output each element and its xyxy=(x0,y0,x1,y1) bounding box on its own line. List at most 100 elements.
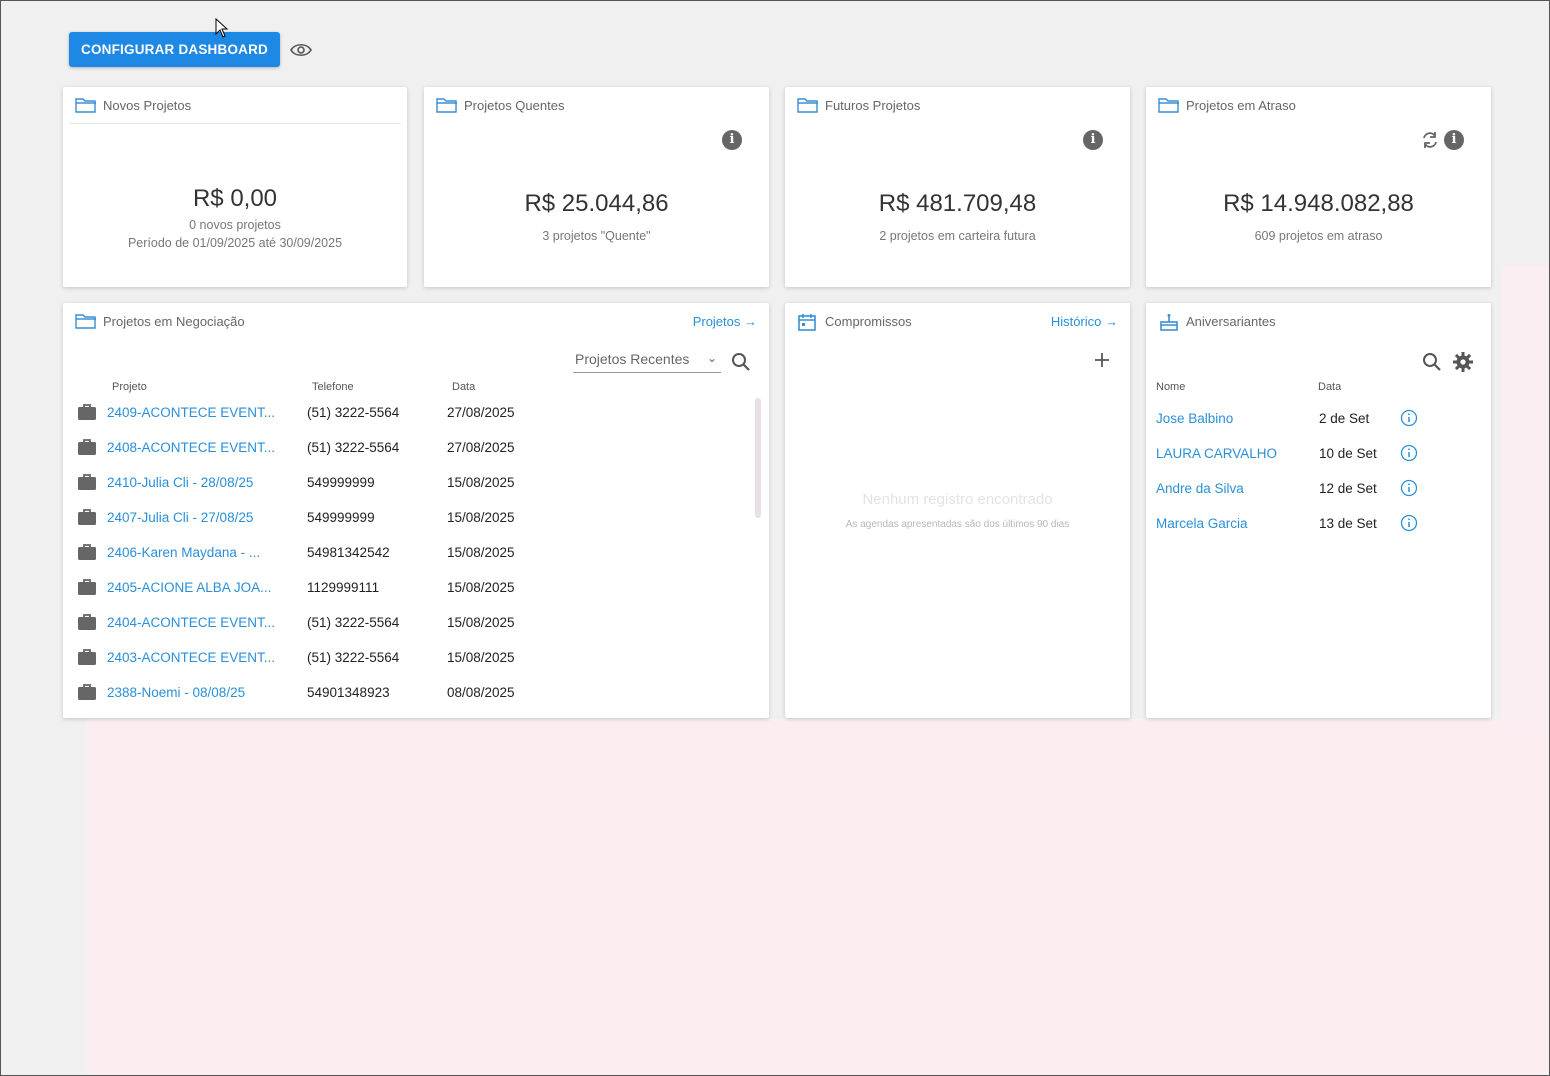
project-phone: 54981342542 xyxy=(307,545,390,560)
project-date: 27/08/2025 xyxy=(447,440,515,455)
card-header: Futuros Projetos xyxy=(785,87,1130,123)
mouse-cursor-icon xyxy=(215,17,229,38)
folder-icon xyxy=(75,97,97,113)
table-row[interactable]: 2403-ACONTECE EVENT... (51) 3222-5564 15/0… xyxy=(63,644,769,679)
project-link[interactable]: 2406-Karen Maydana - ... xyxy=(107,545,260,560)
card-title: Aniversariantes xyxy=(1186,313,1276,329)
briefcase-icon xyxy=(77,403,97,421)
birthday-date: 2 de Set xyxy=(1319,411,1370,426)
column-header-telefone: Telefone xyxy=(312,381,354,393)
table-row[interactable]: 2406-Karen Maydana - ... 54981342542 15/08… xyxy=(63,539,769,574)
list-item[interactable]: Jose Balbino 2 de Set xyxy=(1146,405,1491,440)
stat-value: R$ 25.044,86 xyxy=(524,190,669,217)
card-projetos-negociacao: Projetos em Negociação Projetos → Projet… xyxy=(63,303,769,718)
card-novos-projetos: Novos Projetos R$ 0,00 0 novos projetos … xyxy=(63,87,407,287)
briefcase-icon xyxy=(77,613,97,631)
projetos-link[interactable]: Projetos → xyxy=(693,314,757,329)
table-row[interactable]: 2405-ACIONE ALBA JOA... 1129999111 15/08/2… xyxy=(63,574,769,609)
briefcase-icon xyxy=(77,508,97,526)
stat-value: R$ 0,00 xyxy=(192,185,278,212)
card-projetos-quentes: Projetos Quentes i R$ 25.044,86 3 projet… xyxy=(424,87,769,287)
chevron-down-icon: ⌄ xyxy=(706,351,717,365)
project-link[interactable]: 2410-Julia Cli - 28/08/25 xyxy=(107,475,253,490)
table-row[interactable]: 2409-ACONTECE EVENT... (51) 3222-5564 27/0… xyxy=(63,399,769,434)
table-row[interactable]: 2408-ACONTECE EVENT... (51) 3222-5564 27/0… xyxy=(63,434,769,469)
info-outline-icon[interactable] xyxy=(1400,514,1418,532)
card-header: Projetos em Atraso xyxy=(1146,87,1491,123)
project-phone: 549999999 xyxy=(307,510,375,525)
info-icon[interactable]: i xyxy=(1083,130,1103,150)
stat-value: R$ 14.948.082,88 xyxy=(1223,190,1414,217)
briefcase-icon xyxy=(77,438,97,456)
birthday-date: 10 de Set xyxy=(1319,446,1377,461)
add-icon[interactable] xyxy=(1093,351,1111,369)
empty-state-title: Nenhum registro encontrado xyxy=(862,491,1053,508)
folder-icon xyxy=(1158,97,1180,113)
gear-icon[interactable] xyxy=(1452,351,1474,373)
list-item[interactable]: Marcela Garcia 13 de Set xyxy=(1146,510,1491,545)
folder-icon xyxy=(797,97,819,113)
eye-icon[interactable] xyxy=(290,39,312,61)
stat-subtitle: 0 novos projetos xyxy=(189,218,281,232)
briefcase-icon xyxy=(77,648,97,666)
info-icon[interactable]: i xyxy=(1444,130,1464,150)
birthday-date: 13 de Set xyxy=(1319,516,1377,531)
project-link[interactable]: 2409-ACONTECE EVENT... xyxy=(107,405,275,420)
list-item[interactable]: LAURA CARVALHO 10 de Set xyxy=(1146,440,1491,475)
project-date: 08/08/2025 xyxy=(447,685,515,700)
project-phone: 54901348923 xyxy=(307,685,390,700)
select-value: Projetos Recentes xyxy=(575,351,690,367)
briefcase-icon xyxy=(77,473,97,491)
info-icon[interactable]: i xyxy=(722,130,742,150)
project-date: 15/08/2025 xyxy=(447,475,515,490)
birthday-date: 12 de Set xyxy=(1319,481,1377,496)
stat-value: R$ 481.709,48 xyxy=(878,190,1037,217)
card-title: Futuros Projetos xyxy=(825,97,921,113)
search-icon[interactable] xyxy=(731,352,751,372)
projects-filter-select[interactable]: Projetos Recentes ⌄ xyxy=(573,351,721,373)
project-link[interactable]: 2407-Julia Cli - 27/08/25 xyxy=(107,510,253,525)
folder-icon xyxy=(75,313,97,329)
contact-link[interactable]: Jose Balbino xyxy=(1156,411,1233,426)
project-link[interactable]: 2408-ACONTECE EVENT... xyxy=(107,440,275,455)
card-aniversariantes: Aniversariantes Nome Data Jose Balbino 2 … xyxy=(1146,303,1491,718)
stat-subtitle: 2 projetos em carteira futura xyxy=(879,229,1036,243)
historico-link[interactable]: Histórico → xyxy=(1051,314,1118,329)
stat-subtitle: 609 projetos em atraso xyxy=(1254,229,1383,243)
project-date: 15/08/2025 xyxy=(447,615,515,630)
project-date: 15/08/2025 xyxy=(447,510,515,525)
contact-link[interactable]: Andre da Silva xyxy=(1156,481,1244,496)
search-icon[interactable] xyxy=(1422,352,1442,372)
calendar-icon xyxy=(797,313,819,331)
contact-link[interactable]: LAURA CARVALHO xyxy=(1156,446,1277,461)
project-link[interactable]: 2404-ACONTECE EVENT... xyxy=(107,615,275,630)
refresh-icon[interactable] xyxy=(1420,130,1440,150)
card-header: Projetos Quentes xyxy=(424,87,769,123)
project-link[interactable]: 2388-Noemi - 08/08/25 xyxy=(107,685,245,700)
configure-dashboard-button[interactable]: CONFIGURAR DASHBOARD xyxy=(69,32,280,67)
empty-state-note: As agendas apresentadas são dos últimos … xyxy=(845,519,1070,530)
project-link[interactable]: 2405-ACIONE ALBA JOA... xyxy=(107,580,271,595)
info-outline-icon[interactable] xyxy=(1400,479,1418,497)
card-title: Projetos em Negociação xyxy=(103,313,245,329)
project-date: 15/08/2025 xyxy=(447,650,515,665)
info-outline-icon[interactable] xyxy=(1400,409,1418,427)
list-item[interactable]: Andre da Silva 12 de Set xyxy=(1146,475,1491,510)
table-row[interactable]: 2407-Julia Cli - 27/08/25 549999999 15/08/… xyxy=(63,504,769,539)
background-strip xyxy=(1501,266,1549,726)
column-header-projeto: Projeto xyxy=(112,381,147,393)
divider xyxy=(69,123,401,124)
project-link[interactable]: 2403-ACONTECE EVENT... xyxy=(107,650,275,665)
card-header: Compromissos Histórico → xyxy=(785,303,1130,339)
card-header: Aniversariantes xyxy=(1146,303,1491,339)
stat-subtitle: 3 projetos "Quente" xyxy=(542,229,651,243)
project-phone: (51) 3222-5564 xyxy=(307,650,400,665)
card-title: Projetos em Atraso xyxy=(1186,97,1296,113)
contact-link[interactable]: Marcela Garcia xyxy=(1156,516,1248,531)
table-row[interactable]: 2410-Julia Cli - 28/08/25 549999999 15/08/… xyxy=(63,469,769,504)
project-date: 15/08/2025 xyxy=(447,580,515,595)
table-row[interactable]: 2404-ACONTECE EVENT... (51) 3222-5564 15/0… xyxy=(63,609,769,644)
cake-icon xyxy=(1158,313,1180,331)
info-outline-icon[interactable] xyxy=(1400,444,1418,462)
table-row[interactable]: 2388-Noemi - 08/08/25 54901348923 08/08/20… xyxy=(63,679,769,714)
